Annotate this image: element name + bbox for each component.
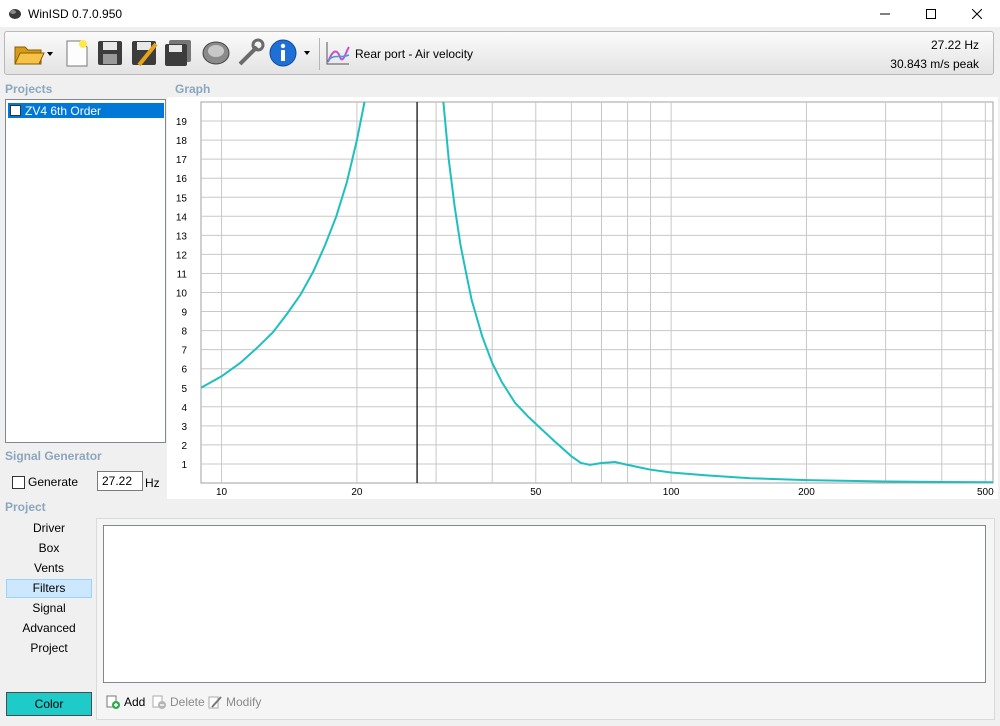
y-tick-label: 12 <box>176 250 188 261</box>
y-tick-label: 10 <box>176 289 188 300</box>
graph-panel[interactable]: 1 2 3 4 5 6 7 8 9 10 11 12 13 14 15 16 17 18 19 10 20 50 100 20… <box>167 97 998 499</box>
x-tick-label: 20 <box>351 487 363 498</box>
y-tick-label: 3 <box>181 422 187 433</box>
toolbar-separator <box>319 38 320 70</box>
projects-list[interactable]: ✓ ZV4 6th Order <box>5 99 166 443</box>
minimize-button[interactable] <box>862 0 908 27</box>
save-icon <box>98 41 122 65</box>
nav-box[interactable]: Box <box>6 539 92 558</box>
toolbar: Rear port - Air velocity 27.22 Hz 30.843… <box>4 31 994 75</box>
y-tick-label: 14 <box>176 212 188 223</box>
y-tick-label: 13 <box>176 231 188 242</box>
new-project-button[interactable] <box>59 36 93 70</box>
y-tick-label: 11 <box>177 269 188 280</box>
nav-project[interactable]: Project <box>6 639 92 658</box>
x-tick-label: 50 <box>530 487 542 498</box>
modify-icon <box>208 696 222 709</box>
window-title: WinISD 0.7.0.950 <box>28 7 123 21</box>
frequency-readout: 27.22 Hz <box>930 38 979 52</box>
y-tick-label: 7 <box>181 346 187 357</box>
air-velocity-chart[interactable]: 1234567891011121314151617181910 20 50 100 20… <box>167 97 998 499</box>
driver-editor-button[interactable] <box>199 36 233 70</box>
driver-icon <box>202 41 230 65</box>
y-tick-label: 18 <box>176 136 188 147</box>
app-icon <box>9 9 21 19</box>
minimize-icon <box>880 13 890 14</box>
graph-header: Graph <box>175 82 211 96</box>
save-button[interactable] <box>93 36 127 70</box>
y-tick-label: 6 <box>181 365 187 376</box>
info-icon <box>269 39 310 67</box>
x-tick-label: 200 <box>798 487 815 498</box>
filters-list[interactable] <box>103 525 986 683</box>
project-item-label: ZV4 6th Order <box>25 103 102 118</box>
x-tick-label: 500 <box>977 487 994 498</box>
tools-icon <box>238 38 265 66</box>
add-icon <box>106 695 120 709</box>
graph-select-label[interactable]: Rear port - Air velocity <box>355 47 473 61</box>
y-tick-label: 2 <box>181 441 187 452</box>
nav-driver[interactable]: Driver <box>6 519 92 538</box>
signal-generator-header: Signal Generator <box>5 449 102 463</box>
save-all-icon <box>165 40 191 66</box>
nav-signal[interactable]: Signal <box>6 599 92 618</box>
generate-checkbox[interactable] <box>12 475 25 489</box>
project-checkbox[interactable]: ✓ <box>10 105 21 116</box>
maximize-button[interactable] <box>908 0 954 27</box>
y-tick-label: 1 <box>181 460 187 471</box>
tools-button[interactable] <box>233 36 267 70</box>
y-tick-label: 16 <box>176 174 188 185</box>
graph-icon <box>326 42 350 65</box>
close-button[interactable] <box>954 0 1000 27</box>
signal-frequency-input[interactable]: 27.22 <box>97 471 143 491</box>
y-tick-label: 17 <box>176 155 188 166</box>
y-tick-label: 19 <box>176 117 188 128</box>
maximize-icon <box>926 8 936 19</box>
nav-filters[interactable]: Filters <box>6 579 92 598</box>
project-list-item[interactable]: ✓ ZV4 6th Order <box>8 103 164 118</box>
generate-label: Generate <box>28 475 79 489</box>
add-label: Add <box>124 695 146 709</box>
save-as-icon <box>132 41 158 67</box>
x-tick-label: 100 <box>663 487 680 498</box>
peak-readout: 30.843 m/s peak <box>890 57 979 71</box>
nav-advanced[interactable]: Advanced <box>6 619 92 638</box>
generate-checkbox-row[interactable]: Generate <box>12 475 78 489</box>
graph-select-button[interactable] <box>323 36 353 70</box>
frequency-unit-label: Hz <box>145 476 160 490</box>
open-folder-icon <box>14 46 53 65</box>
x-tick-label: 10 <box>216 487 228 498</box>
open-project-button[interactable] <box>11 36 55 70</box>
delete-button[interactable]: Delete <box>152 693 205 711</box>
close-icon <box>972 8 982 19</box>
projects-header: Projects <box>5 82 53 96</box>
title-bar: WinISD 0.7.0.950 <box>0 0 1000 27</box>
delete-label: Delete <box>170 695 205 709</box>
info-button[interactable] <box>267 36 313 70</box>
modify-button[interactable]: Modify <box>208 693 261 711</box>
y-tick-label: 15 <box>176 193 188 204</box>
y-tick-label: 8 <box>181 327 187 338</box>
save-all-button[interactable] <box>161 36 195 70</box>
y-tick-label: 4 <box>181 403 187 414</box>
y-tick-label: 5 <box>181 384 187 395</box>
color-button[interactable]: Color <box>6 692 92 716</box>
save-as-button[interactable] <box>127 36 161 70</box>
delete-icon <box>152 695 166 709</box>
add-button[interactable]: Add <box>106 693 145 711</box>
y-tick-label: 9 <box>181 308 187 319</box>
new-project-icon <box>66 40 88 67</box>
project-header: Project <box>5 500 46 514</box>
modify-label: Modify <box>226 695 262 709</box>
nav-vents[interactable]: Vents <box>6 559 92 578</box>
